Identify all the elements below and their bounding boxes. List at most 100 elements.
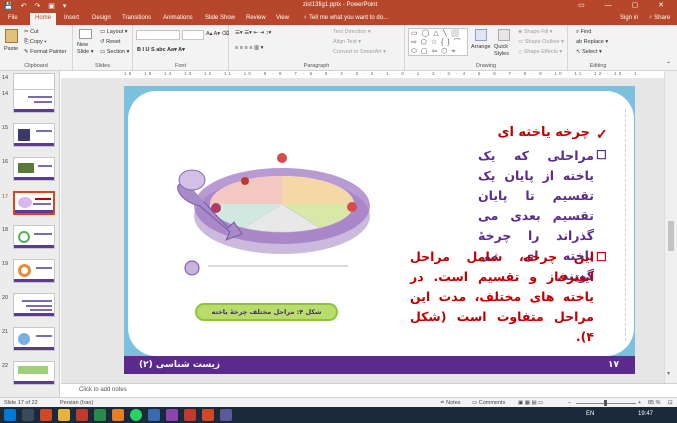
copy-button[interactable]: ⎘ Copy ▾ bbox=[24, 39, 47, 46]
fit-slide-icon[interactable]: ⊡ bbox=[668, 400, 673, 406]
layout-button[interactable]: ▭ Layout ▾ bbox=[100, 29, 128, 35]
figure-caption[interactable]: شکل ۴: مراحل مختلف چرخهٔ یاخته bbox=[195, 303, 338, 321]
paragraph-phases[interactable]: این چرخه، شامل مراحل اینترفاز و تقسیم اس… bbox=[410, 247, 594, 347]
vertical-scrollbar[interactable]: ▾ bbox=[664, 71, 677, 383]
collapse-ribbon-icon[interactable]: ⌃ bbox=[666, 61, 671, 68]
font-size-buttons[interactable]: A▴ A▾ ⌫ bbox=[206, 31, 229, 37]
ribbon: Paste ✂ Cut ⎘ Copy ▾ ✎ Format Painter Cl… bbox=[0, 25, 677, 71]
slide-thumbnail[interactable]: 15 bbox=[2, 123, 55, 147]
app-icon[interactable] bbox=[76, 409, 88, 421]
text-direction-button[interactable]: Text Direction ▾ bbox=[333, 29, 371, 35]
arrange-icon[interactable] bbox=[475, 29, 487, 41]
slide-thumbnail-pane: 14 14 15 16 17 18 19 20 21 22 bbox=[0, 71, 60, 397]
quick-styles-icon[interactable] bbox=[498, 29, 510, 41]
search-icon[interactable] bbox=[22, 409, 34, 421]
window-controls[interactable]: ▭ — ▢ ✕ bbox=[578, 1, 673, 9]
slide-heading[interactable]: چرخه یاخته ای bbox=[470, 123, 590, 143]
language-indicator[interactable]: Persian (Iran) bbox=[60, 400, 93, 406]
font-format-buttons[interactable]: B I U S abc Aa▾ A▾ bbox=[137, 47, 185, 53]
whatsapp-icon[interactable] bbox=[130, 409, 142, 421]
powerpoint-taskbar-icon[interactable] bbox=[40, 409, 52, 421]
phase-marker bbox=[211, 203, 221, 213]
cell-cycle-diagram bbox=[177, 153, 370, 276]
align-text-button[interactable]: Align Text ▾ bbox=[333, 39, 361, 45]
notes-toggle[interactable]: ≐ Notes bbox=[440, 400, 461, 406]
slide-thumbnail[interactable]: 22 bbox=[2, 361, 55, 385]
phase-marker bbox=[277, 153, 287, 163]
format-painter-button[interactable]: ✎ Format Painter bbox=[24, 49, 67, 55]
share-button[interactable]: ♂ Share bbox=[648, 15, 670, 21]
app-icon[interactable] bbox=[220, 409, 232, 421]
slide-thumbnail[interactable]: 20 bbox=[2, 293, 55, 317]
quick-styles-button[interactable]: Quick Styles bbox=[494, 44, 514, 58]
shape-effects-button[interactable]: ◇ Shape Effects ▾ bbox=[518, 49, 562, 55]
font-group: A▴ A▾ ⌫ B I U S abc Aa▾ A▾ Font bbox=[133, 25, 229, 71]
scroll-thumb[interactable] bbox=[668, 221, 674, 251]
arrange-button[interactable]: Arrange bbox=[471, 44, 491, 50]
app-icon[interactable] bbox=[112, 409, 124, 421]
tab-home[interactable]: Home bbox=[30, 13, 57, 25]
next-slide-arrow-icon[interactable]: ▾ bbox=[667, 370, 670, 377]
start-icon[interactable] bbox=[4, 409, 16, 421]
tab-slide-show[interactable]: Slide Show bbox=[205, 15, 235, 21]
taskbar-clock[interactable]: 19:47 bbox=[638, 411, 653, 417]
notes-placeholder[interactable]: Click to add notes bbox=[79, 387, 127, 393]
tab-animations[interactable]: Animations bbox=[163, 15, 193, 21]
app-icon[interactable] bbox=[184, 409, 196, 421]
reset-button[interactable]: ↺ Reset bbox=[100, 39, 121, 45]
cut-button[interactable]: ✂ Cut bbox=[24, 29, 39, 35]
zoom-out-button[interactable]: − bbox=[568, 400, 571, 406]
font-size-box[interactable] bbox=[182, 30, 204, 40]
paste-icon[interactable] bbox=[5, 29, 18, 43]
shape-fill-button[interactable]: ◈ Shape Fill ▾ bbox=[518, 29, 553, 35]
tab-insert[interactable]: Insert bbox=[64, 15, 79, 21]
app-icon[interactable] bbox=[202, 409, 214, 421]
tab-view[interactable]: View bbox=[276, 15, 289, 21]
select-button[interactable]: ↖ Select ▾ bbox=[576, 49, 602, 55]
slide-thumbnail-selected[interactable]: 17 bbox=[2, 191, 55, 215]
comments-toggle[interactable]: ▭ Comments bbox=[472, 400, 505, 406]
tab-design[interactable]: Design bbox=[92, 15, 111, 21]
slide-thumbnail[interactable]: 16 bbox=[2, 157, 55, 181]
new-slide-icon[interactable] bbox=[79, 29, 92, 39]
zoom-slider-thumb[interactable] bbox=[604, 400, 607, 406]
replace-button[interactable]: ab Replace ▾ bbox=[576, 39, 608, 45]
quick-access-toolbar[interactable]: 💾 ↶ ↷ ▣ ▾ bbox=[4, 2, 69, 10]
list-buttons[interactable]: ☰▾ ☰▾ ⇤ ⇥ ↕▾ bbox=[235, 30, 271, 36]
slide-thumbnail[interactable]: 14 bbox=[2, 89, 55, 113]
heading-check-icon: ✓ bbox=[596, 126, 608, 142]
status-bar: Slide 17 of 22 Persian (Iran) ≐ Notes ▭ … bbox=[0, 397, 677, 407]
convert-smartart-button[interactable]: Convert to SmartArt ▾ bbox=[333, 49, 386, 55]
app-icon[interactable] bbox=[148, 409, 160, 421]
app-icon[interactable] bbox=[94, 409, 106, 421]
slide-thumbnail[interactable]: 19 bbox=[2, 259, 55, 283]
input-language[interactable]: EN bbox=[586, 411, 594, 417]
slide-thumbnail[interactable]: 21 bbox=[2, 327, 55, 351]
app-icon[interactable] bbox=[166, 409, 178, 421]
view-buttons[interactable]: ▣ ▦ ▤ ▭ bbox=[518, 400, 543, 406]
tab-file[interactable]: File bbox=[8, 15, 18, 21]
sign-in-link[interactable]: Sign in bbox=[620, 15, 638, 21]
shape-outline-button[interactable]: ▭ Shape Outline ▾ bbox=[518, 39, 564, 45]
tab-transitions[interactable]: Transitions bbox=[122, 15, 151, 21]
slides-group: New Slide ▾ ▭ Layout ▾ ↺ Reset ▭ Section… bbox=[73, 25, 133, 71]
drawing-group-label: Drawing bbox=[475, 63, 497, 69]
tab-review[interactable]: Review bbox=[246, 15, 266, 21]
new-slide-button[interactable]: New Slide ▾ bbox=[77, 42, 97, 56]
find-button[interactable]: ⌕ Find bbox=[576, 29, 591, 36]
zoom-in-button[interactable]: + bbox=[638, 400, 641, 406]
file-explorer-icon[interactable] bbox=[58, 409, 70, 421]
section-button[interactable]: ▭ Section ▾ bbox=[100, 49, 129, 55]
paste-button[interactable]: Paste bbox=[4, 46, 18, 52]
slide-counter: Slide 17 of 22 bbox=[4, 400, 38, 406]
slides-group-label: Slides bbox=[95, 63, 110, 69]
align-buttons[interactable]: ≡ ≡ ≡ ≡ ▥ ▾ bbox=[235, 45, 263, 51]
font-name-box[interactable] bbox=[136, 30, 180, 40]
slide-thumbnail[interactable]: 18 bbox=[2, 225, 55, 249]
cell-image bbox=[178, 169, 206, 191]
tell-me-box[interactable]: ♀ Tell me what you want to do... bbox=[303, 15, 388, 21]
notes-pane[interactable]: Click to add notes bbox=[61, 383, 677, 397]
zoom-level[interactable]: 85 % bbox=[648, 400, 661, 406]
shapes-gallery[interactable]: ▭ ◯ △ ╲ ⬜ ⇨ ⬠ ☆ { } ⌒ ⬭ ▢ ⇦ ⬡ ⌖ ☁ ✚ bbox=[408, 28, 468, 56]
footer-title: زیست شناسی (۲) bbox=[139, 360, 221, 370]
